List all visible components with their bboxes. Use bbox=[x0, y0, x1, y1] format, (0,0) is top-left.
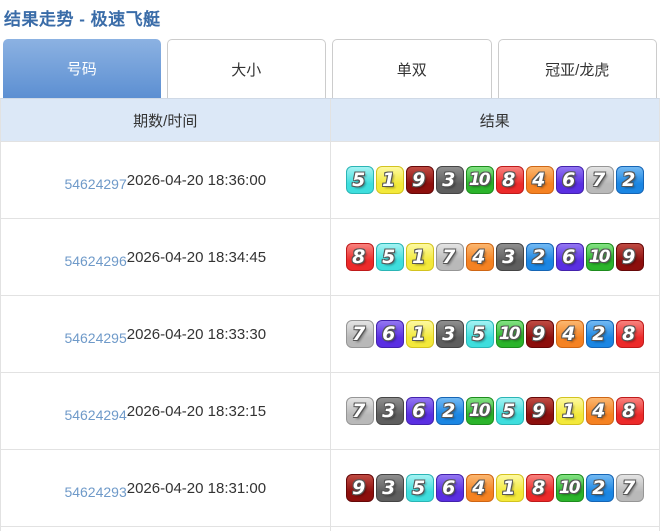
result-cell: 9 3 5 6 4 1 8 10 2 7 bbox=[331, 450, 660, 526]
table-row: 54624294 2026-04-20 18:32:15 7 3 6 2 10 5 9 1 4 8 bbox=[1, 373, 659, 450]
result-ball: 4 bbox=[555, 320, 584, 348]
result-cell: 7 3 6 2 10 5 9 1 4 8 bbox=[331, 373, 660, 449]
period-link[interactable]: 54624296 bbox=[64, 253, 126, 269]
result-ball: 9 bbox=[345, 474, 374, 502]
result-ball: 2 bbox=[525, 243, 554, 271]
tab-champion-dragon-tiger-label: 冠亚/龙虎 bbox=[545, 61, 610, 79]
tab-big-small-label: 大小 bbox=[231, 61, 262, 79]
column-header-result: 结果 bbox=[479, 112, 510, 130]
table-row: 54624295 2026-04-20 18:33:30 7 6 1 3 5 10 9 4 2 8 bbox=[1, 296, 659, 373]
result-ball: 9 bbox=[615, 243, 644, 271]
result-ball: 10 bbox=[465, 166, 494, 194]
period-link[interactable]: 54624297 bbox=[64, 176, 126, 192]
result-ball: 6 bbox=[375, 320, 404, 348]
table-row: 54624293 2026-04-20 18:31:00 9 3 5 6 4 1 8 10 2 7 bbox=[1, 450, 659, 527]
result-ball: 4 bbox=[585, 397, 614, 425]
result-ball: 5 bbox=[495, 397, 524, 425]
period-time-cell: 54624297 2026-04-20 18:36:00 bbox=[1, 142, 331, 218]
result-ball: 1 bbox=[405, 320, 434, 348]
result-ball: 4 bbox=[525, 166, 554, 194]
result-ball: 5 bbox=[345, 166, 374, 194]
result-ball: 3 bbox=[375, 474, 404, 502]
result-balls: 7 3 6 2 10 5 9 1 4 8 bbox=[345, 397, 645, 425]
result-ball: 1 bbox=[405, 243, 434, 271]
result-ball: 5 bbox=[405, 474, 434, 502]
result-ball: 4 bbox=[465, 474, 494, 502]
tab-numbers-label: 号码 bbox=[66, 61, 97, 78]
result-ball: 7 bbox=[435, 243, 464, 271]
result-ball: 2 bbox=[615, 166, 644, 194]
tab-champion-dragon-tiger[interactable]: 冠亚/龙虎 bbox=[497, 39, 657, 98]
period-time-cell: 54624296 2026-04-20 18:34:45 bbox=[1, 219, 331, 295]
tab-odd-even-label: 单双 bbox=[396, 61, 427, 79]
result-balls: 8 5 1 7 4 3 2 6 10 9 bbox=[345, 243, 645, 271]
result-ball: 10 bbox=[495, 320, 524, 348]
table-row-partial bbox=[1, 527, 659, 531]
result-ball: 5 bbox=[465, 320, 494, 348]
result-ball: 6 bbox=[435, 474, 464, 502]
table-row: 54624296 2026-04-20 18:34:45 8 5 1 7 4 3 2 6 10 9 bbox=[1, 219, 659, 296]
result-ball: 7 bbox=[345, 397, 374, 425]
results-table-body: 54624297 2026-04-20 18:36:00 5 1 9 3 10 8 4 6 7 2 … bbox=[1, 142, 659, 531]
result-balls: 5 1 9 3 10 8 4 6 7 2 bbox=[345, 166, 645, 194]
result-balls: 9 3 5 6 4 1 8 10 2 7 bbox=[345, 474, 645, 502]
result-ball: 1 bbox=[495, 474, 524, 502]
result-ball: 1 bbox=[555, 397, 584, 425]
result-ball: 7 bbox=[345, 320, 374, 348]
draw-time: 2026-04-20 18:31:00 bbox=[126, 479, 267, 497]
period-link[interactable]: 54624294 bbox=[64, 407, 126, 423]
result-ball: 7 bbox=[585, 166, 614, 194]
result-ball: 3 bbox=[375, 397, 404, 425]
result-balls: 7 6 1 3 5 10 9 4 2 8 bbox=[345, 320, 645, 348]
result-ball: 2 bbox=[585, 320, 614, 348]
result-cell: 7 6 1 3 5 10 9 4 2 8 bbox=[331, 296, 660, 372]
tab-big-small[interactable]: 大小 bbox=[166, 39, 326, 98]
draw-time: 2026-04-20 18:34:45 bbox=[126, 248, 267, 266]
period-time-cell: 54624295 2026-04-20 18:33:30 bbox=[1, 296, 331, 372]
result-ball: 3 bbox=[435, 320, 464, 348]
draw-time: 2026-04-20 18:36:00 bbox=[126, 171, 267, 189]
result-ball: 8 bbox=[615, 397, 644, 425]
result-ball: 10 bbox=[585, 243, 614, 271]
table-header-row: 期数/时间 结果 bbox=[1, 99, 659, 142]
period-link[interactable]: 54624293 bbox=[64, 484, 126, 500]
result-ball: 4 bbox=[465, 243, 494, 271]
draw-time: 2026-04-20 18:32:15 bbox=[126, 402, 267, 420]
result-cell: 8 5 1 7 4 3 2 6 10 9 bbox=[331, 219, 660, 295]
result-ball: 8 bbox=[615, 320, 644, 348]
result-ball: 8 bbox=[525, 474, 554, 502]
period-time-cell: 54624294 2026-04-20 18:32:15 bbox=[1, 373, 331, 449]
result-ball: 6 bbox=[555, 243, 584, 271]
result-ball: 9 bbox=[525, 320, 554, 348]
result-ball: 2 bbox=[435, 397, 464, 425]
page-title: 结果走势 - 极速飞艇 bbox=[4, 10, 161, 29]
draw-time: 2026-04-20 18:33:30 bbox=[126, 325, 267, 343]
result-ball: 6 bbox=[405, 397, 434, 425]
result-ball: 1 bbox=[375, 166, 404, 194]
tab-odd-even[interactable]: 单双 bbox=[332, 39, 492, 98]
result-ball: 8 bbox=[345, 243, 374, 271]
result-ball: 2 bbox=[585, 474, 614, 502]
result-ball: 6 bbox=[555, 166, 584, 194]
period-link[interactable]: 54624295 bbox=[64, 330, 126, 346]
result-cell: 5 1 9 3 10 8 4 6 7 2 bbox=[331, 142, 660, 218]
lottery-results-page: 结果走势 - 极速飞艇 号码 大小 单双 冠亚/龙虎 期数/时间 结果 5462… bbox=[0, 0, 660, 531]
result-ball: 9 bbox=[525, 397, 554, 425]
column-header-period-time: 期数/时间 bbox=[1, 99, 331, 141]
result-ball: 5 bbox=[375, 243, 404, 271]
period-time-cell: 54624293 2026-04-20 18:31:00 bbox=[1, 450, 331, 526]
tab-numbers[interactable]: 号码 bbox=[3, 39, 161, 98]
result-ball: 8 bbox=[495, 166, 524, 194]
result-ball: 7 bbox=[615, 474, 644, 502]
result-ball: 10 bbox=[555, 474, 584, 502]
results-table: 期数/时间 结果 54624297 2026-04-20 18:36:00 519… bbox=[0, 98, 660, 531]
result-ball: 9 bbox=[405, 166, 434, 194]
result-ball: 3 bbox=[495, 243, 524, 271]
tab-bar: 号码 大小 单双 冠亚/龙虎 bbox=[0, 39, 660, 98]
result-ball: 10 bbox=[465, 397, 494, 425]
table-row: 54624297 2026-04-20 18:36:00 5 1 9 3 10 8 4 6 7 2 bbox=[1, 142, 659, 219]
result-ball: 3 bbox=[435, 166, 464, 194]
